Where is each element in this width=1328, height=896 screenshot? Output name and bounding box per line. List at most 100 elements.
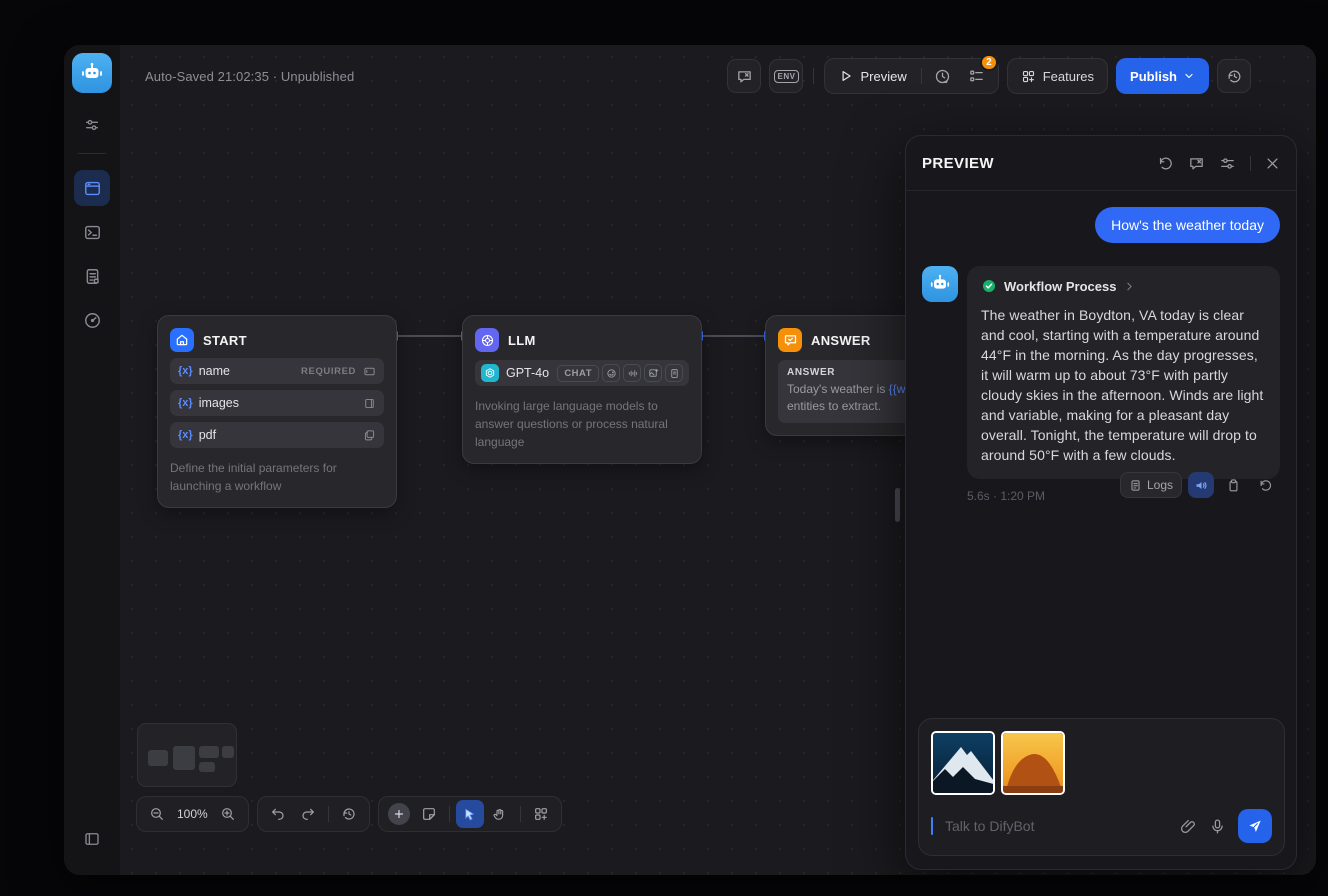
chevron-right-icon [1123, 280, 1136, 293]
workflow-process-toggle[interactable]: Workflow Process [981, 278, 1266, 294]
start-home-icon [170, 328, 194, 352]
canvas-minimap[interactable] [137, 723, 237, 787]
node-title: ANSWER [811, 333, 871, 348]
variable-token: {x} [178, 429, 193, 441]
zoom-level[interactable]: 100% [173, 807, 212, 821]
attached-image-mountain-night[interactable] [931, 731, 995, 795]
send-button[interactable] [1238, 809, 1272, 843]
preview-run-label: Preview [860, 69, 906, 84]
text-cursor [931, 817, 933, 835]
node-llm[interactable]: LLM GPT-4o CHAT [462, 315, 702, 464]
redo-button[interactable] [294, 800, 322, 828]
llm-brain-icon [475, 328, 499, 352]
paragraph-icon [363, 397, 376, 410]
variable-token: {x} [178, 397, 193, 409]
text-input-field-icon [363, 365, 376, 378]
edge-llm-answer [702, 335, 765, 337]
answer-message-check-icon [778, 328, 802, 352]
user-message-bubble: How's the weather today [1095, 207, 1280, 243]
canvas-scrollbar[interactable] [895, 488, 900, 522]
workflow-process-label: Workflow Process [1004, 279, 1116, 294]
chat-input[interactable] [945, 818, 1168, 834]
sidebar-divider [78, 153, 106, 154]
llm-model-selector[interactable]: GPT-4o CHAT [475, 360, 689, 386]
preview-header: PREVIEW [906, 136, 1296, 191]
zoom-out-button[interactable] [143, 800, 171, 828]
add-node-button[interactable] [385, 800, 413, 828]
vision-capability-icon [602, 364, 620, 382]
add-note-button[interactable] [415, 800, 443, 828]
group-divider [921, 68, 922, 84]
undo-button[interactable] [264, 800, 292, 828]
pointer-tool-button[interactable] [456, 800, 484, 828]
collapse-sidebar-button[interactable] [74, 821, 110, 857]
sidebar [64, 45, 120, 875]
close-preview-icon[interactable] [1265, 156, 1280, 171]
clear-chat-icon[interactable] [1188, 155, 1205, 172]
preview-settings-sliders-icon[interactable] [1219, 155, 1236, 172]
attach-paperclip-icon[interactable] [1180, 818, 1197, 835]
attached-image-mountain-sunset[interactable] [1001, 731, 1065, 795]
model-name: GPT-4o [506, 366, 549, 380]
variable-name: images [199, 396, 239, 410]
zoom-in-button[interactable] [214, 800, 242, 828]
autosave-status: Auto-Saved 21:02:35 · Unpublished [145, 69, 354, 84]
gpt4o-model-icon [481, 364, 499, 382]
node-title: LLM [508, 333, 536, 348]
start-variable-pdf[interactable]: {x} pdf [170, 422, 384, 448]
header-divider [1250, 156, 1251, 171]
node-start[interactable]: START {x} name REQUIRED {x} images [157, 315, 397, 508]
run-group: Preview 2 [824, 58, 998, 94]
publish-label: Publish [1130, 69, 1177, 84]
canvas-toolbar: 100% [136, 796, 562, 832]
sidebar-item-logs-icon[interactable] [74, 258, 110, 294]
logs-label: Logs [1147, 478, 1173, 492]
regenerate-button[interactable] [1252, 472, 1278, 498]
preview-title: PREVIEW [922, 155, 994, 172]
variable-name: name [199, 364, 230, 378]
topbar-divider [813, 68, 814, 84]
bot-message-bubble: Workflow Process The weather in Boydton,… [967, 266, 1280, 479]
publish-button[interactable]: Publish [1116, 58, 1209, 94]
node-title: START [203, 333, 247, 348]
annotation-chat-button[interactable] [727, 59, 761, 93]
checklist-button[interactable]: 2 [964, 63, 990, 89]
features-label: Features [1043, 69, 1094, 84]
start-variable-images[interactable]: {x} images [170, 390, 384, 416]
microphone-icon[interactable] [1209, 818, 1226, 835]
speaker-button[interactable] [1188, 472, 1214, 498]
logs-button[interactable]: Logs [1120, 472, 1182, 498]
app-logo-robot-icon[interactable] [72, 53, 112, 93]
checklist-count-badge: 2 [980, 54, 998, 71]
version-history-button[interactable] [1217, 59, 1251, 93]
workflow-settings-sliders-icon[interactable] [74, 111, 110, 139]
message-meta: 5.6s · 1:20 PM [967, 489, 1045, 503]
sidebar-item-api-terminal-icon[interactable] [74, 214, 110, 250]
copy-button[interactable] [1220, 472, 1246, 498]
variable-token: {x} [178, 365, 193, 377]
chat-area: How's the weather today Workflow Process [906, 191, 1296, 718]
restart-conversation-icon[interactable] [1157, 155, 1174, 172]
edge-start-llm [397, 335, 462, 337]
history-group [257, 796, 370, 832]
start-variable-name[interactable]: {x} name REQUIRED [170, 358, 384, 384]
answer-variable-token: {{w [889, 382, 906, 396]
sidebar-item-orchestrate[interactable] [74, 170, 110, 206]
bot-avatar-robot-icon [922, 266, 958, 302]
chat-composer [918, 718, 1285, 856]
organize-nodes-button[interactable] [527, 800, 555, 828]
features-button[interactable]: Features [1007, 58, 1108, 94]
sidebar-item-monitoring-gauge-icon[interactable] [74, 302, 110, 338]
document-capability-icon [665, 364, 683, 382]
tools-group [378, 796, 562, 832]
zoom-group: 100% [136, 796, 249, 832]
variable-name: pdf [199, 428, 216, 442]
run-history-clock-icon[interactable] [930, 63, 956, 89]
preview-run-button[interactable]: Preview [833, 69, 912, 84]
preview-panel: PREVIEW [905, 135, 1297, 870]
image-capability-icon [644, 364, 662, 382]
hand-tool-button[interactable] [486, 800, 514, 828]
canvas-history-button[interactable] [335, 800, 363, 828]
env-variables-button[interactable]: ENV [769, 59, 803, 93]
bot-message-text: The weather in Boydton, VA today is clea… [981, 305, 1266, 465]
